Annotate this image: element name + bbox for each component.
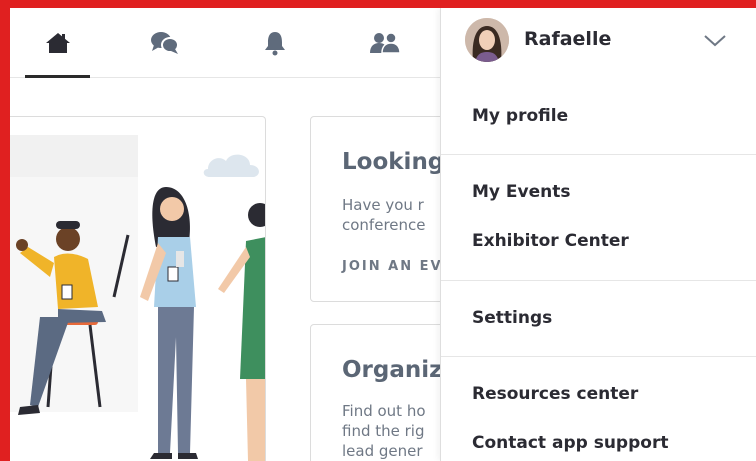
card-description-line: Find out ho — [342, 402, 426, 420]
card-description: Find out ho find the rig lead gener — [342, 401, 426, 461]
event-illustration-card — [10, 116, 266, 461]
card-title: Organiz — [342, 357, 443, 383]
user-name: Rafaelle — [524, 28, 612, 50]
card-description-line: Have you r — [342, 196, 424, 214]
card-title: Looking — [342, 149, 445, 175]
user-menu-toggle[interactable]: Rafaelle — [441, 8, 756, 74]
card-description-line: find the rig — [342, 422, 425, 440]
menu-item-exhibitor-center[interactable]: Exhibitor Center — [472, 231, 629, 251]
home-icon[interactable] — [41, 26, 75, 60]
card-description: Have you r conference — [342, 195, 426, 235]
user-dropdown-menu: Rafaelle My profile My Events Exhibitor … — [440, 8, 756, 461]
menu-item-my-events[interactable]: My Events — [472, 182, 571, 202]
bell-icon[interactable] — [258, 26, 292, 60]
menu-divider — [441, 280, 756, 281]
chat-bubbles-icon[interactable] — [148, 26, 182, 60]
card-description-line: lead gener — [342, 442, 423, 460]
menu-item-contact-app-support[interactable]: Contact app support — [472, 433, 668, 453]
avatar — [465, 18, 509, 62]
active-tab-indicator — [25, 75, 90, 78]
join-event-link[interactable]: JOIN AN EV — [342, 259, 443, 274]
people-icon[interactable] — [368, 26, 402, 60]
menu-item-resources-center[interactable]: Resources center — [472, 384, 638, 404]
event-people-illustration — [10, 135, 265, 461]
menu-item-settings[interactable]: Settings — [472, 308, 552, 328]
menu-divider — [441, 356, 756, 357]
menu-divider — [441, 154, 756, 155]
card-description-line: conference — [342, 216, 426, 234]
menu-item-my-profile[interactable]: My profile — [472, 106, 568, 126]
chevron-down-icon[interactable] — [701, 30, 729, 50]
app-frame: Looking Have you r conference JOIN AN EV… — [10, 8, 756, 461]
